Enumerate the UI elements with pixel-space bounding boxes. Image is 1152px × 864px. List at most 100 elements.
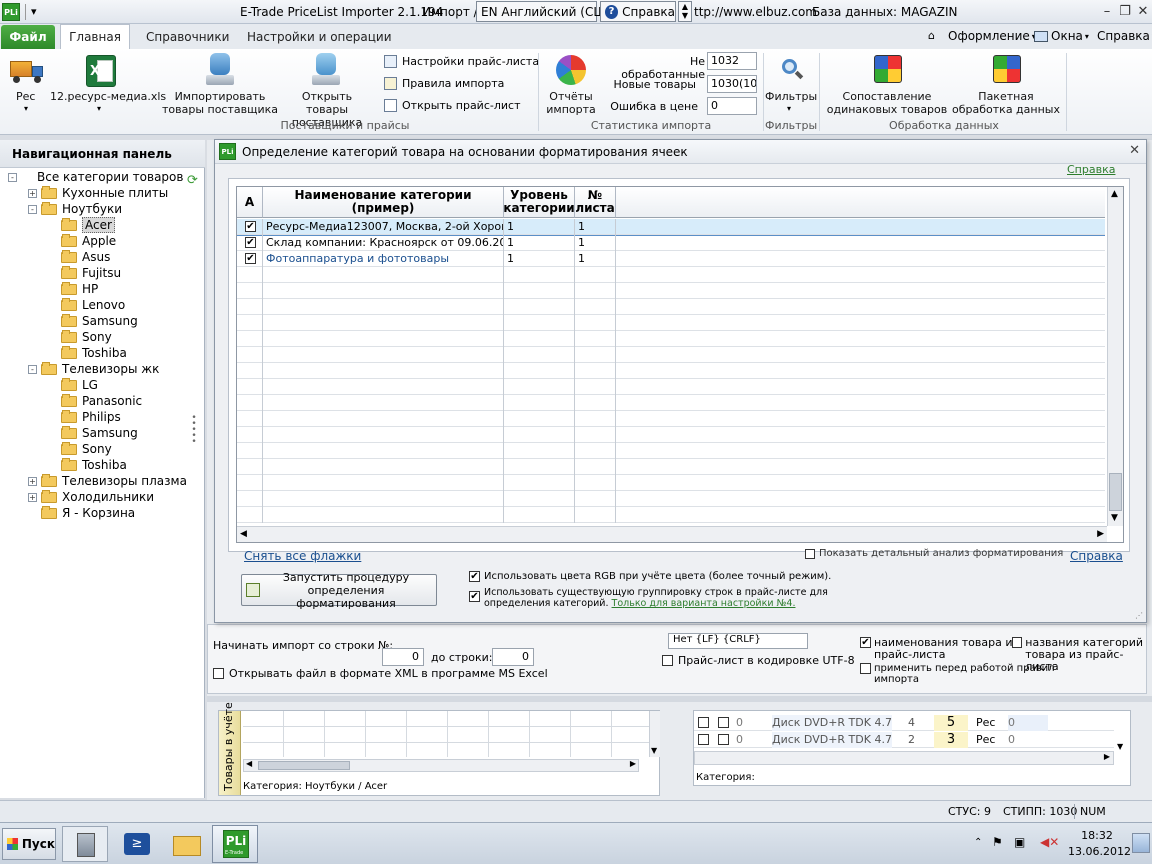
collapse-icon[interactable]: - bbox=[28, 204, 37, 214]
tree-item[interactable]: HP bbox=[48, 281, 98, 297]
to-row-field[interactable]: 0 bbox=[492, 648, 534, 666]
table-row[interactable]: ✔Ресурс-Медиа123007, Москва, 2-ой Хороше… bbox=[237, 219, 1105, 236]
tree-item[interactable]: - Все категории товаров bbox=[8, 169, 183, 185]
use-grouping-checkbox[interactable]: ✔ Использовать существующую группировку … bbox=[469, 587, 828, 609]
show-analysis-checkbox[interactable]: Показать детальный анализ форматирования bbox=[805, 548, 1063, 559]
tree-item[interactable]: Samsung bbox=[48, 425, 138, 441]
import-goods-button[interactable]: Импортировать товары поставщика bbox=[158, 90, 282, 116]
price-error-field[interactable]: 0 bbox=[707, 97, 757, 115]
col-header-a[interactable]: A bbox=[237, 187, 263, 218]
table-row[interactable] bbox=[237, 507, 1105, 523]
tree-item[interactable]: - Телевизоры жк bbox=[28, 361, 159, 377]
tree-item[interactable]: Sony bbox=[48, 441, 112, 457]
expand-icon[interactable]: + bbox=[28, 492, 37, 502]
new-goods-field[interactable]: 1030(103 bbox=[707, 75, 757, 93]
goods-name-checkbox[interactable]: ✔наименования товара из прайс-листа bbox=[860, 637, 1018, 661]
collapse-icon[interactable]: - bbox=[8, 172, 17, 182]
table-row[interactable] bbox=[237, 475, 1105, 491]
tree-item[interactable]: + Телевизоры плазма bbox=[28, 473, 187, 489]
start-row-field[interactable]: 0 bbox=[382, 648, 424, 666]
table-row[interactable] bbox=[237, 379, 1105, 395]
list-item[interactable]: 0 Диск DVD+R TDK 4.7 2 3 Рес 0 bbox=[694, 732, 1114, 748]
not-processed-field[interactable]: 1032 bbox=[707, 52, 757, 70]
matched-vscroll[interactable]: ▼ bbox=[1114, 711, 1128, 751]
stock-vscroll[interactable]: ▼ bbox=[649, 711, 660, 757]
taskbar-server-manager[interactable] bbox=[62, 826, 108, 862]
row-checkbox[interactable]: ✔ bbox=[237, 235, 263, 251]
tree-item[interactable]: Panasonic bbox=[48, 393, 142, 409]
clock-time[interactable]: 18:32 bbox=[1068, 829, 1126, 842]
col-header-name[interactable]: Наименование категории (пример) bbox=[263, 187, 504, 218]
list-item[interactable]: 0 Диск DVD+R TDK 4.7 4 5 Рес 0 bbox=[694, 715, 1114, 731]
filters-button[interactable]: Фильтры bbox=[765, 90, 817, 103]
rubik-cube-icon[interactable] bbox=[874, 55, 902, 83]
collapse-ribbon-icon[interactable]: ⌂ bbox=[928, 29, 935, 42]
expand-icon[interactable]: + bbox=[28, 476, 37, 486]
match-goods-button[interactable]: Сопоставление одинаковых товаров bbox=[824, 90, 950, 116]
show-desktop-button[interactable] bbox=[1132, 833, 1150, 853]
open-pricelist-button[interactable]: Открыть прайс-лист bbox=[384, 99, 520, 112]
tab-settings[interactable]: Настройки и операции bbox=[233, 25, 406, 49]
grid-hscroll[interactable]: ◀ ▶ bbox=[237, 526, 1107, 542]
tree-item[interactable]: Philips bbox=[48, 409, 121, 425]
utf8-checkbox[interactable]: Прайс-лист в кодировке UTF-8 bbox=[662, 654, 855, 667]
uncheck-all-link[interactable]: Снять все флажки bbox=[244, 549, 361, 563]
help-link-top[interactable]: Справка bbox=[1067, 163, 1115, 176]
close-icon[interactable]: ✕ bbox=[1132, 2, 1152, 20]
table-row[interactable] bbox=[237, 283, 1105, 299]
table-row[interactable] bbox=[237, 491, 1105, 507]
tree-item[interactable]: Samsung bbox=[48, 313, 138, 329]
import-rules-button[interactable]: Правила импорта bbox=[384, 77, 504, 90]
run-detection-button[interactable]: Запустить процедуру определения форматир… bbox=[241, 571, 437, 610]
row-checkbox[interactable] bbox=[698, 732, 712, 748]
help-button[interactable]: ? Справка bbox=[600, 1, 676, 22]
tree-item[interactable]: Acer bbox=[48, 217, 115, 233]
splitter-handle[interactable]: • • • • • bbox=[189, 414, 199, 455]
design-menu[interactable]: Оформление▾ bbox=[948, 29, 1036, 43]
pricelist-settings-button[interactable]: Настройки прайс-листа bbox=[384, 55, 539, 68]
windows-menu[interactable]: Окна ▾ bbox=[1034, 29, 1089, 43]
clock-date[interactable]: 13.06.2012 bbox=[1068, 845, 1131, 858]
use-rgb-checkbox[interactable]: ✔ Использовать цвета RGB при учёте цвета … bbox=[469, 571, 831, 582]
tree-item[interactable]: Toshiba bbox=[48, 457, 127, 473]
col-header-sheet[interactable]: № листа bbox=[575, 187, 616, 218]
truck-icon[interactable] bbox=[10, 59, 44, 83]
side-tab[interactable]: Товары в учёте bbox=[219, 702, 241, 795]
row-checkbox[interactable] bbox=[698, 715, 712, 731]
open-xml-checkbox[interactable]: Открывать файл в формате XML в программе… bbox=[213, 667, 548, 680]
tree-item[interactable]: - Ноутбуки bbox=[28, 201, 122, 217]
table-row[interactable] bbox=[237, 315, 1105, 331]
tab-file[interactable]: Файл bbox=[1, 25, 55, 49]
row-checkbox[interactable]: ✔ bbox=[237, 219, 263, 235]
apply-rules-checkbox[interactable]: применить перед работой правил импорта bbox=[860, 663, 1054, 685]
start-button[interactable]: Пуск bbox=[2, 828, 56, 860]
tree-item[interactable]: Я - Корзина bbox=[28, 505, 135, 521]
open-goods-icon[interactable] bbox=[312, 53, 340, 87]
batch-processing-button[interactable]: Пакетная обработка данных bbox=[950, 90, 1062, 116]
taskbar-powershell[interactable]: ≥ bbox=[114, 826, 160, 862]
row-checkbox[interactable] bbox=[718, 732, 732, 748]
tree-item[interactable]: LG bbox=[48, 377, 98, 393]
tree-item[interactable]: + Кухонные плиты bbox=[28, 185, 168, 201]
help-menu[interactable]: Справка▾ bbox=[1097, 29, 1152, 43]
table-row[interactable]: ✔ Фотоаппаратура и фототовары 1 1 bbox=[237, 251, 1105, 267]
language-indicator[interactable]: EN Английский (США) bbox=[476, 1, 619, 22]
table-row[interactable] bbox=[237, 347, 1105, 363]
qat-dropdown-icon[interactable]: ▾ bbox=[31, 5, 37, 18]
table-row[interactable] bbox=[237, 267, 1105, 283]
table-row[interactable] bbox=[237, 443, 1105, 459]
collapse-icon[interactable]: - bbox=[28, 364, 37, 374]
row-checkbox[interactable] bbox=[718, 715, 732, 731]
help-link-bottom[interactable]: Справка bbox=[1070, 549, 1123, 563]
tab-directories[interactable]: Справочники bbox=[132, 25, 243, 49]
import-goods-icon[interactable] bbox=[206, 53, 234, 87]
rubik-cube-batch-icon[interactable] bbox=[993, 55, 1021, 83]
pricelist-file-label[interactable]: 12.ресурс-медиа.xls bbox=[50, 90, 166, 103]
expand-icon[interactable]: + bbox=[28, 188, 37, 198]
taskbar-explorer[interactable] bbox=[164, 826, 210, 862]
table-row[interactable] bbox=[237, 459, 1105, 475]
tree-item[interactable]: + Холодильники bbox=[28, 489, 154, 505]
flag-icon[interactable]: ⚑ bbox=[992, 835, 1003, 849]
reports-button[interactable]: Отчёты импорта bbox=[540, 90, 602, 116]
volume-muted-icon[interactable]: ◀✕ bbox=[1040, 835, 1059, 849]
